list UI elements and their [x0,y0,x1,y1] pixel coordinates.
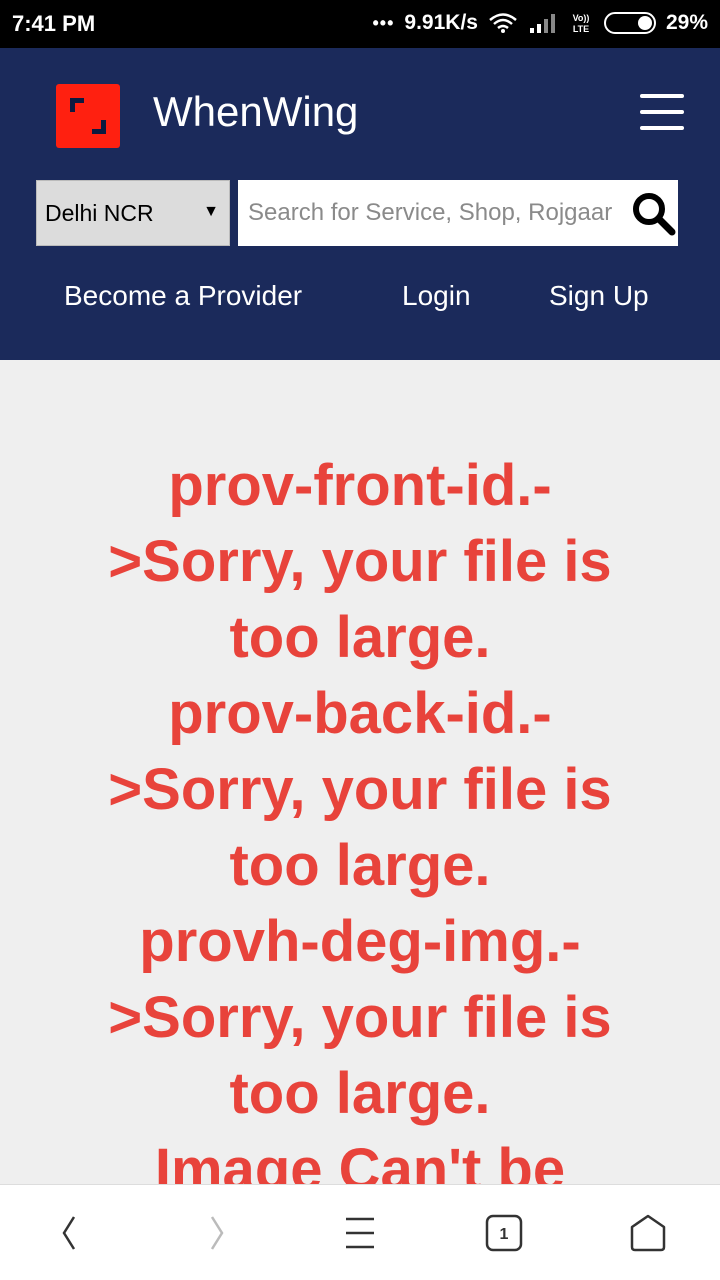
browser-bottom-bar: 1 [0,1184,720,1280]
site-header: WhenWing Delhi NCR ▼ Become a Provider L… [0,48,720,360]
logo-icon[interactable] [56,84,120,148]
volte-icon: Vo)) LTE [573,13,590,34]
error-message: prov-back-id.->Sorry, your file is too l… [108,681,612,898]
login-link[interactable]: Login [402,280,471,312]
home-icon [630,1214,666,1252]
forward-button[interactable] [166,1185,266,1280]
battery-icon [603,12,656,34]
main-content: prov-front-id.->Sorry, your file is too … [0,360,720,1184]
home-button[interactable] [598,1185,698,1280]
signup-link[interactable]: Sign Up [549,280,649,312]
tab-count: 1 [500,1226,509,1243]
svg-text:Vo)): Vo)) [573,13,590,23]
search-box [238,180,678,246]
search-input[interactable] [238,180,626,246]
menu-button[interactable] [310,1185,410,1280]
back-button[interactable] [20,1185,120,1280]
error-message: provh-deg-img.->Sorry, your file is too … [108,909,612,1126]
network-speed: 9.91K/s [404,11,478,34]
caret-down-icon: ▼ [203,203,219,220]
battery-percent: 29% [665,11,708,34]
brand-name[interactable]: WhenWing [153,88,358,136]
error-message: prov-front-id.->Sorry, your file is too … [108,453,612,670]
menu-icon [346,1217,374,1249]
tabs-icon: 1 [485,1214,523,1252]
signal-icon [529,14,555,33]
hamburger-menu-icon[interactable] [640,94,684,130]
error-message: Image Can't be [154,1137,566,1184]
status-bar: 7:41 PM ••• 9.91K/s Vo)) LTE 29% [0,0,720,48]
error-messages: prov-front-id.->Sorry, your file is too … [90,448,630,1184]
forward-icon [210,1216,224,1250]
become-provider-link[interactable]: Become a Provider [64,280,302,312]
back-icon [62,1216,76,1250]
search-icon[interactable] [630,190,678,238]
tabs-button[interactable]: 1 [454,1185,554,1280]
status-time: 7:41 PM [12,11,96,36]
city-select-value: Delhi NCR [45,199,154,226]
wifi-icon [489,13,517,33]
status-dots: ••• [372,12,395,33]
city-select[interactable]: Delhi NCR ▼ [36,180,230,246]
svg-text:LTE: LTE [573,24,589,34]
status-right: ••• 9.91K/s Vo)) LTE 29% [372,11,708,35]
